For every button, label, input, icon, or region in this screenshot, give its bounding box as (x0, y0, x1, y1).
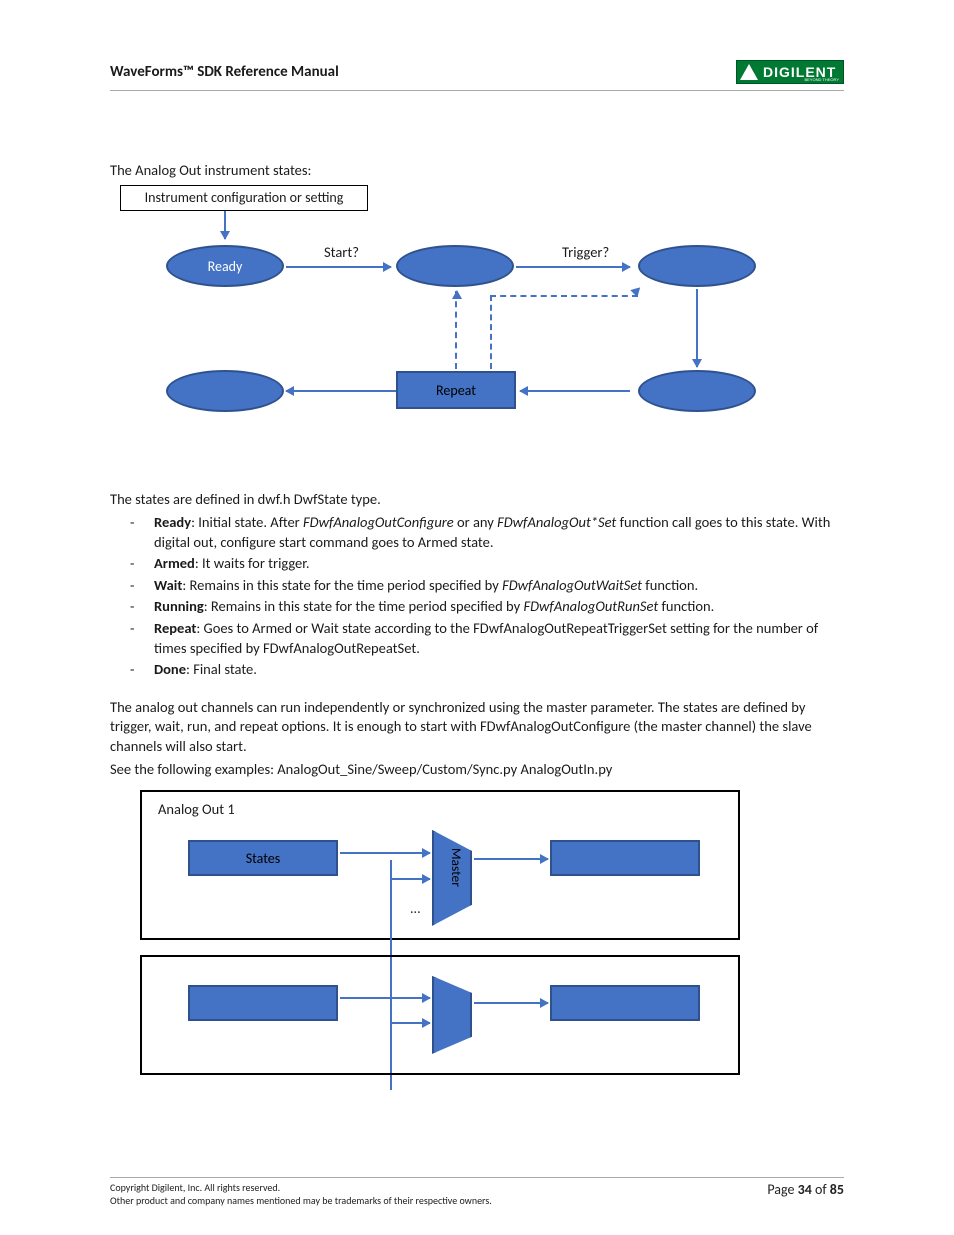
arrow-repeat-to-left (286, 390, 396, 392)
bullet-repeat: Repeat: Goes to Armed or Wait state acco… (130, 619, 844, 658)
page-header: WaveForms™ SDK Reference Manual DIGILENT… (110, 60, 844, 91)
footer-trademarks: Other product and company names mentione… (110, 1194, 492, 1207)
arrow-ready-to-mid (286, 266, 391, 268)
master-label: Master (447, 848, 465, 887)
footer-copyright: Copyright Digilent, Inc. All rights rese… (110, 1181, 492, 1194)
page-content: The Analog Out instrument states: Instru… (110, 161, 844, 1120)
arrow-config-to-ready (224, 211, 226, 239)
analog-out-1-label: Analog Out 1 (158, 800, 235, 820)
independent-channels-text: The analog out channels can run independ… (110, 698, 844, 757)
master-dots: ... (410, 900, 421, 919)
master-diagram: Analog Out 1 States Master ... (140, 790, 770, 1120)
state-left2 (166, 370, 284, 412)
state-diagram: Instrument configuration or setting Read… (110, 185, 810, 435)
bullet-wait: Wait: Remains in this state for the time… (130, 576, 844, 596)
arrow-right1-to-right2 (696, 289, 698, 367)
label-start: Start? (324, 243, 359, 263)
out-block-1 (550, 840, 700, 876)
bullet-done: Done: Final state. (130, 660, 844, 680)
states-block: States (188, 840, 338, 876)
footer-page: Page 34 of 85 (767, 1181, 844, 1198)
arrow-states-to-master-2 (390, 878, 430, 880)
state-right1 (638, 245, 756, 287)
footer-left: Copyright Digilent, Inc. All rights rese… (110, 1181, 492, 1207)
arrow-right2-to-repeat (520, 390, 630, 392)
header-title: WaveForms™ SDK Reference Manual (110, 63, 339, 81)
state-repeat: Repeat (396, 371, 516, 409)
arrow-master-to-out-1 (474, 858, 548, 860)
bullet-running: Running: Remains in this state for the t… (130, 597, 844, 617)
digilent-logo: DIGILENT BEYOND THEORY (736, 60, 844, 84)
label-trigger: Trigger? (562, 243, 609, 263)
page-footer: Copyright Digilent, Inc. All rights rese… (110, 1177, 844, 1207)
dashed-diag-v (490, 295, 492, 369)
state-ready: Ready (166, 245, 284, 287)
arrow-states-to-master-1 (340, 852, 430, 854)
out-block-2 (550, 985, 700, 1021)
bullet-ready: Ready: Initial state. After FDwfAnalogOu… (130, 513, 844, 552)
arrow-trap2-to-out-2 (474, 1002, 548, 1004)
state-mid1 (396, 245, 514, 287)
states-block-2 (188, 985, 338, 1021)
bullet-armed: Armed: It waits for trigger. (130, 554, 844, 574)
config-box: Instrument configuration or setting (120, 185, 368, 211)
states-defined-text: The states are defined in dwf.h DwfState… (110, 490, 844, 510)
dashed-diag-h (490, 295, 638, 297)
arrow-states2-to-trap-2 (390, 1022, 430, 1024)
state-right2 (638, 370, 756, 412)
arrow-states2-to-trap-1 (340, 997, 430, 999)
arrow-mid-to-right (516, 266, 630, 268)
intro-text: The Analog Out instrument states: (110, 161, 844, 181)
dashed-arrow-up (455, 291, 457, 369)
logo-subtext: BEYOND THEORY (804, 77, 839, 82)
examples-text: See the following examples: AnalogOut_Si… (110, 760, 844, 780)
state-bullet-list: Ready: Initial state. After FDwfAnalogOu… (130, 513, 844, 680)
